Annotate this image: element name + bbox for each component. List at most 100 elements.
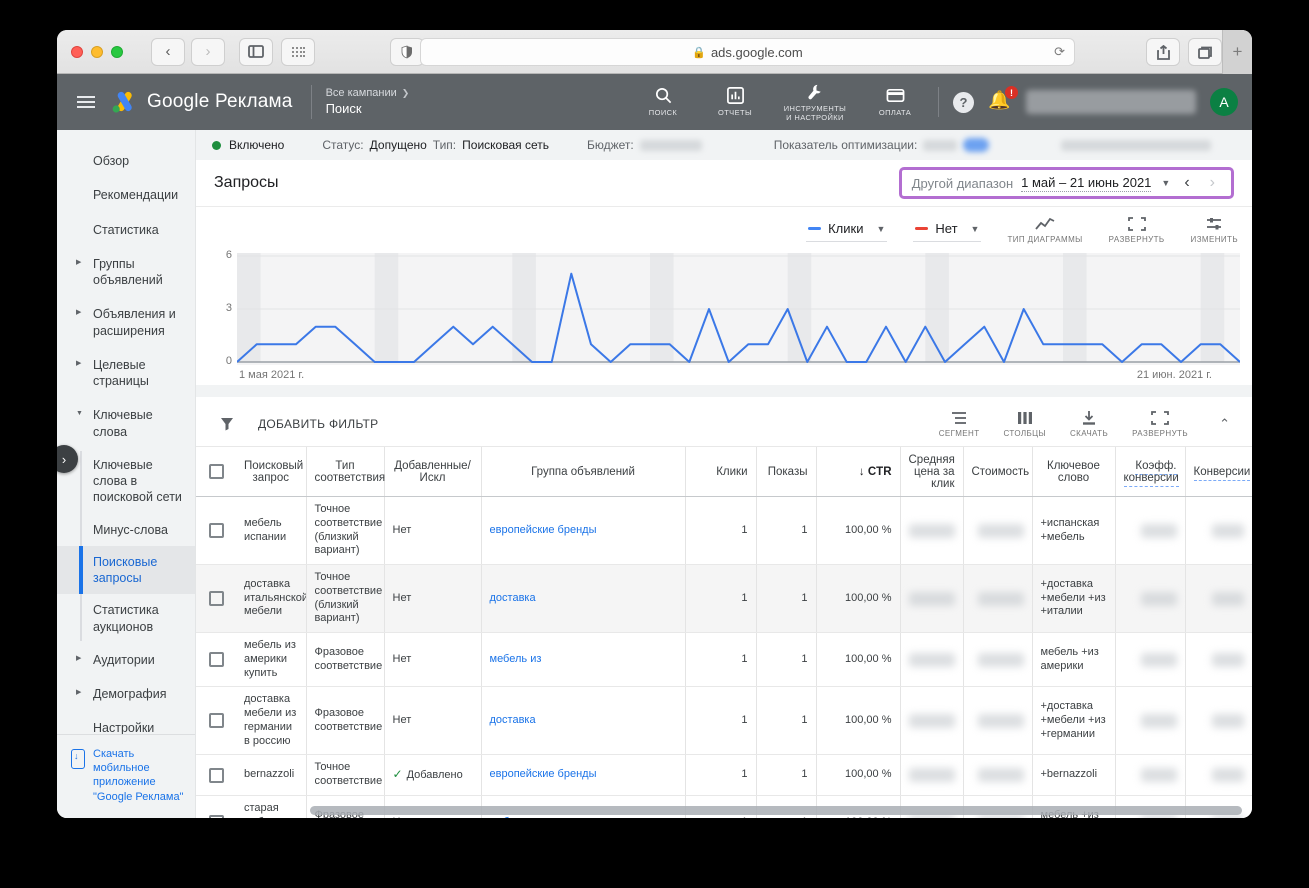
sidebar-item-recommendations[interactable]: Рекомендации (57, 178, 195, 212)
row-checkbox[interactable] (208, 523, 224, 538)
cost-cell-redacted (962, 754, 1032, 796)
download-button[interactable]: СКАЧАТЬ (1070, 410, 1108, 438)
zoom-window-button[interactable] (111, 45, 123, 58)
sidebar-item-audiences[interactable]: ▶ Аудитории (57, 643, 195, 677)
sidebar-item-ad-groups[interactable]: ▶ Группы объявлений (57, 247, 195, 298)
date-range-label: Другой диапазон (911, 175, 1014, 191)
ad-group-link[interactable]: мебель из (490, 653, 542, 665)
ad-group-link[interactable]: европейские бренды (490, 768, 597, 780)
share-button[interactable] (1146, 38, 1180, 66)
reports-nav-button[interactable]: ОТЧЕТЫ (706, 86, 764, 117)
row-checkbox-cell[interactable] (196, 632, 236, 688)
sidebar-item-overview[interactable]: Обзор (57, 144, 195, 178)
column-header-conv-rate[interactable]: Коэфф. конверсии (1114, 446, 1185, 497)
breadcrumb[interactable]: Все кампании ❯ Поиск (326, 87, 410, 117)
filter-icon (221, 417, 233, 430)
tools-nav-button[interactable]: ИНСТРУМЕНТЫ И НАСТРОЙКИ (778, 82, 852, 123)
menu-icon[interactable] (77, 96, 95, 108)
row-checkbox[interactable] (208, 814, 224, 818)
edit-chart-button[interactable]: ИЗМЕНИТЬ (1191, 216, 1238, 244)
date-range-value[interactable]: 1 май – 21 июнь 2021 (1021, 175, 1152, 192)
clicks-cell: 1 (684, 754, 756, 796)
row-checkbox-cell[interactable] (196, 754, 236, 796)
address-bar[interactable]: 🔒 ads.google.com ⟳ (420, 38, 1075, 66)
segment-button[interactable]: СЕГМЕНТ (939, 410, 980, 438)
series1-selector[interactable]: Клики ▼ (806, 218, 888, 242)
forward-button[interactable]: › (191, 37, 225, 66)
download-app-link[interactable]: Скачать мобильное приложение "Google Рек… (57, 733, 195, 818)
ad-group-link[interactable]: европейские бренды (490, 524, 597, 536)
row-checkbox[interactable] (208, 591, 224, 606)
sidebar-item-auction-insights[interactable]: Статистика аукционов (57, 594, 195, 643)
select-all-checkbox[interactable] (208, 464, 224, 479)
column-header-added-excluded[interactable]: Добавленные/Искл (383, 446, 481, 497)
clicks-cell: 1 (684, 564, 756, 633)
reload-icon[interactable]: ⟳ (1054, 44, 1065, 60)
column-header-ad-group[interactable]: Группа объявлений (480, 446, 685, 497)
collapse-table-icon[interactable]: ⌃ (1219, 416, 1230, 432)
keyword-cell: +доставка +мебели +из +германии (1031, 686, 1115, 756)
notifications-button[interactable]: 🔔 ! (988, 85, 1019, 114)
app-grid-button[interactable] (281, 37, 315, 66)
next-range-button[interactable]: › (1204, 174, 1221, 192)
column-header-avg-cpc[interactable]: Средняя цена за клик (899, 446, 963, 497)
sort-descending-icon: ↓ (858, 465, 868, 478)
column-header-keyword[interactable]: Ключевое слово (1031, 446, 1115, 497)
close-window-button[interactable] (71, 45, 83, 58)
sidebar-item-negative-keywords[interactable]: Минус-слова (57, 514, 195, 546)
help-button[interactable]: ? (953, 91, 974, 113)
previous-range-button[interactable]: ‹ (1178, 174, 1195, 192)
sidebar-toggle-button[interactable] (239, 37, 273, 66)
page-header: Запросы Другой диапазон 1 май – 21 июнь … (196, 160, 1252, 207)
row-checkbox-cell[interactable] (196, 686, 236, 756)
ad-group-cell: европейские бренды (480, 496, 685, 565)
chart-type-button[interactable]: ТИП ДИАГРАММЫ (1007, 216, 1082, 244)
conversions-cell-redacted (1184, 686, 1252, 756)
search-nav-button[interactable]: ПОИСК (634, 86, 692, 117)
column-header-impressions[interactable]: Показы (755, 446, 816, 497)
tabs-overview-button[interactable] (1188, 38, 1222, 66)
minimize-window-button[interactable] (91, 45, 103, 58)
sidebar-item-search-queries[interactable]: Поисковые запросы (57, 545, 195, 595)
chevron-expanded-icon: ▼ (76, 410, 83, 418)
series2-swatch (915, 227, 929, 230)
columns-button[interactable]: СТОЛБЦЫ (1003, 410, 1046, 438)
ctr-cell: 100,00 % (815, 754, 900, 796)
back-button[interactable]: ‹ (151, 37, 185, 66)
chevron-down-icon[interactable]: ▼ (1161, 178, 1170, 188)
column-header-query[interactable]: Поисковый запрос (236, 446, 306, 497)
column-header-ctr[interactable]: ↓ CTR (815, 446, 900, 497)
row-checkbox[interactable] (208, 767, 224, 783)
sidebar-item-keywords[interactable]: ▼ Ключевые слова (57, 398, 195, 449)
column-header-clicks[interactable]: Клики (684, 446, 756, 497)
column-header-conversions[interactable]: Конверсии (1184, 446, 1252, 497)
column-header-cost[interactable]: Стоимость (962, 446, 1032, 497)
sidebar-item-landing-pages[interactable]: ▶ Целевые страницы (57, 348, 195, 399)
row-checkbox[interactable] (208, 713, 224, 729)
select-all-checkbox-cell[interactable] (196, 446, 236, 497)
expand-table-button[interactable]: РАЗВЕРНУТЬ (1132, 410, 1188, 438)
main-content: Включено Статус: Допущено Тип: Поисковая… (196, 130, 1252, 818)
row-checkbox-cell[interactable] (196, 496, 236, 565)
row-checkbox[interactable] (208, 652, 224, 668)
privacy-shield-icon[interactable] (390, 37, 424, 66)
add-filter-button[interactable]: ДОБАВИТЬ ФИЛЬТР (258, 417, 378, 431)
ad-group-link[interactable]: мебель из (490, 816, 542, 819)
row-checkbox-cell[interactable] (196, 795, 236, 818)
horizontal-scrollbar[interactable] (310, 806, 1242, 815)
traffic-lights (71, 45, 123, 58)
query-cell: доставка итальянской мебели (236, 564, 306, 633)
sidebar-item-demographics[interactable]: ▶ Демография (57, 677, 195, 711)
ad-group-link[interactable]: доставка (490, 714, 536, 726)
series2-selector[interactable]: Нет ▼ (913, 218, 982, 242)
avatar[interactable]: A (1210, 88, 1238, 116)
expand-chart-button[interactable]: РАЗВЕРНУТЬ (1109, 216, 1165, 244)
ad-group-link[interactable]: доставка (490, 592, 536, 604)
sidebar-item-statistics[interactable]: Статистика (57, 213, 195, 247)
row-checkbox-cell[interactable] (196, 564, 236, 633)
new-tab-button[interactable]: + (1222, 30, 1252, 74)
billing-nav-button[interactable]: ОПЛАТА (866, 86, 924, 117)
column-header-match-type[interactable]: Тип соответствия (305, 446, 385, 497)
sidebar-item-ads-extensions[interactable]: ▶ Объявления и расширения (57, 297, 195, 348)
conv-rate-cell-redacted (1114, 686, 1185, 756)
